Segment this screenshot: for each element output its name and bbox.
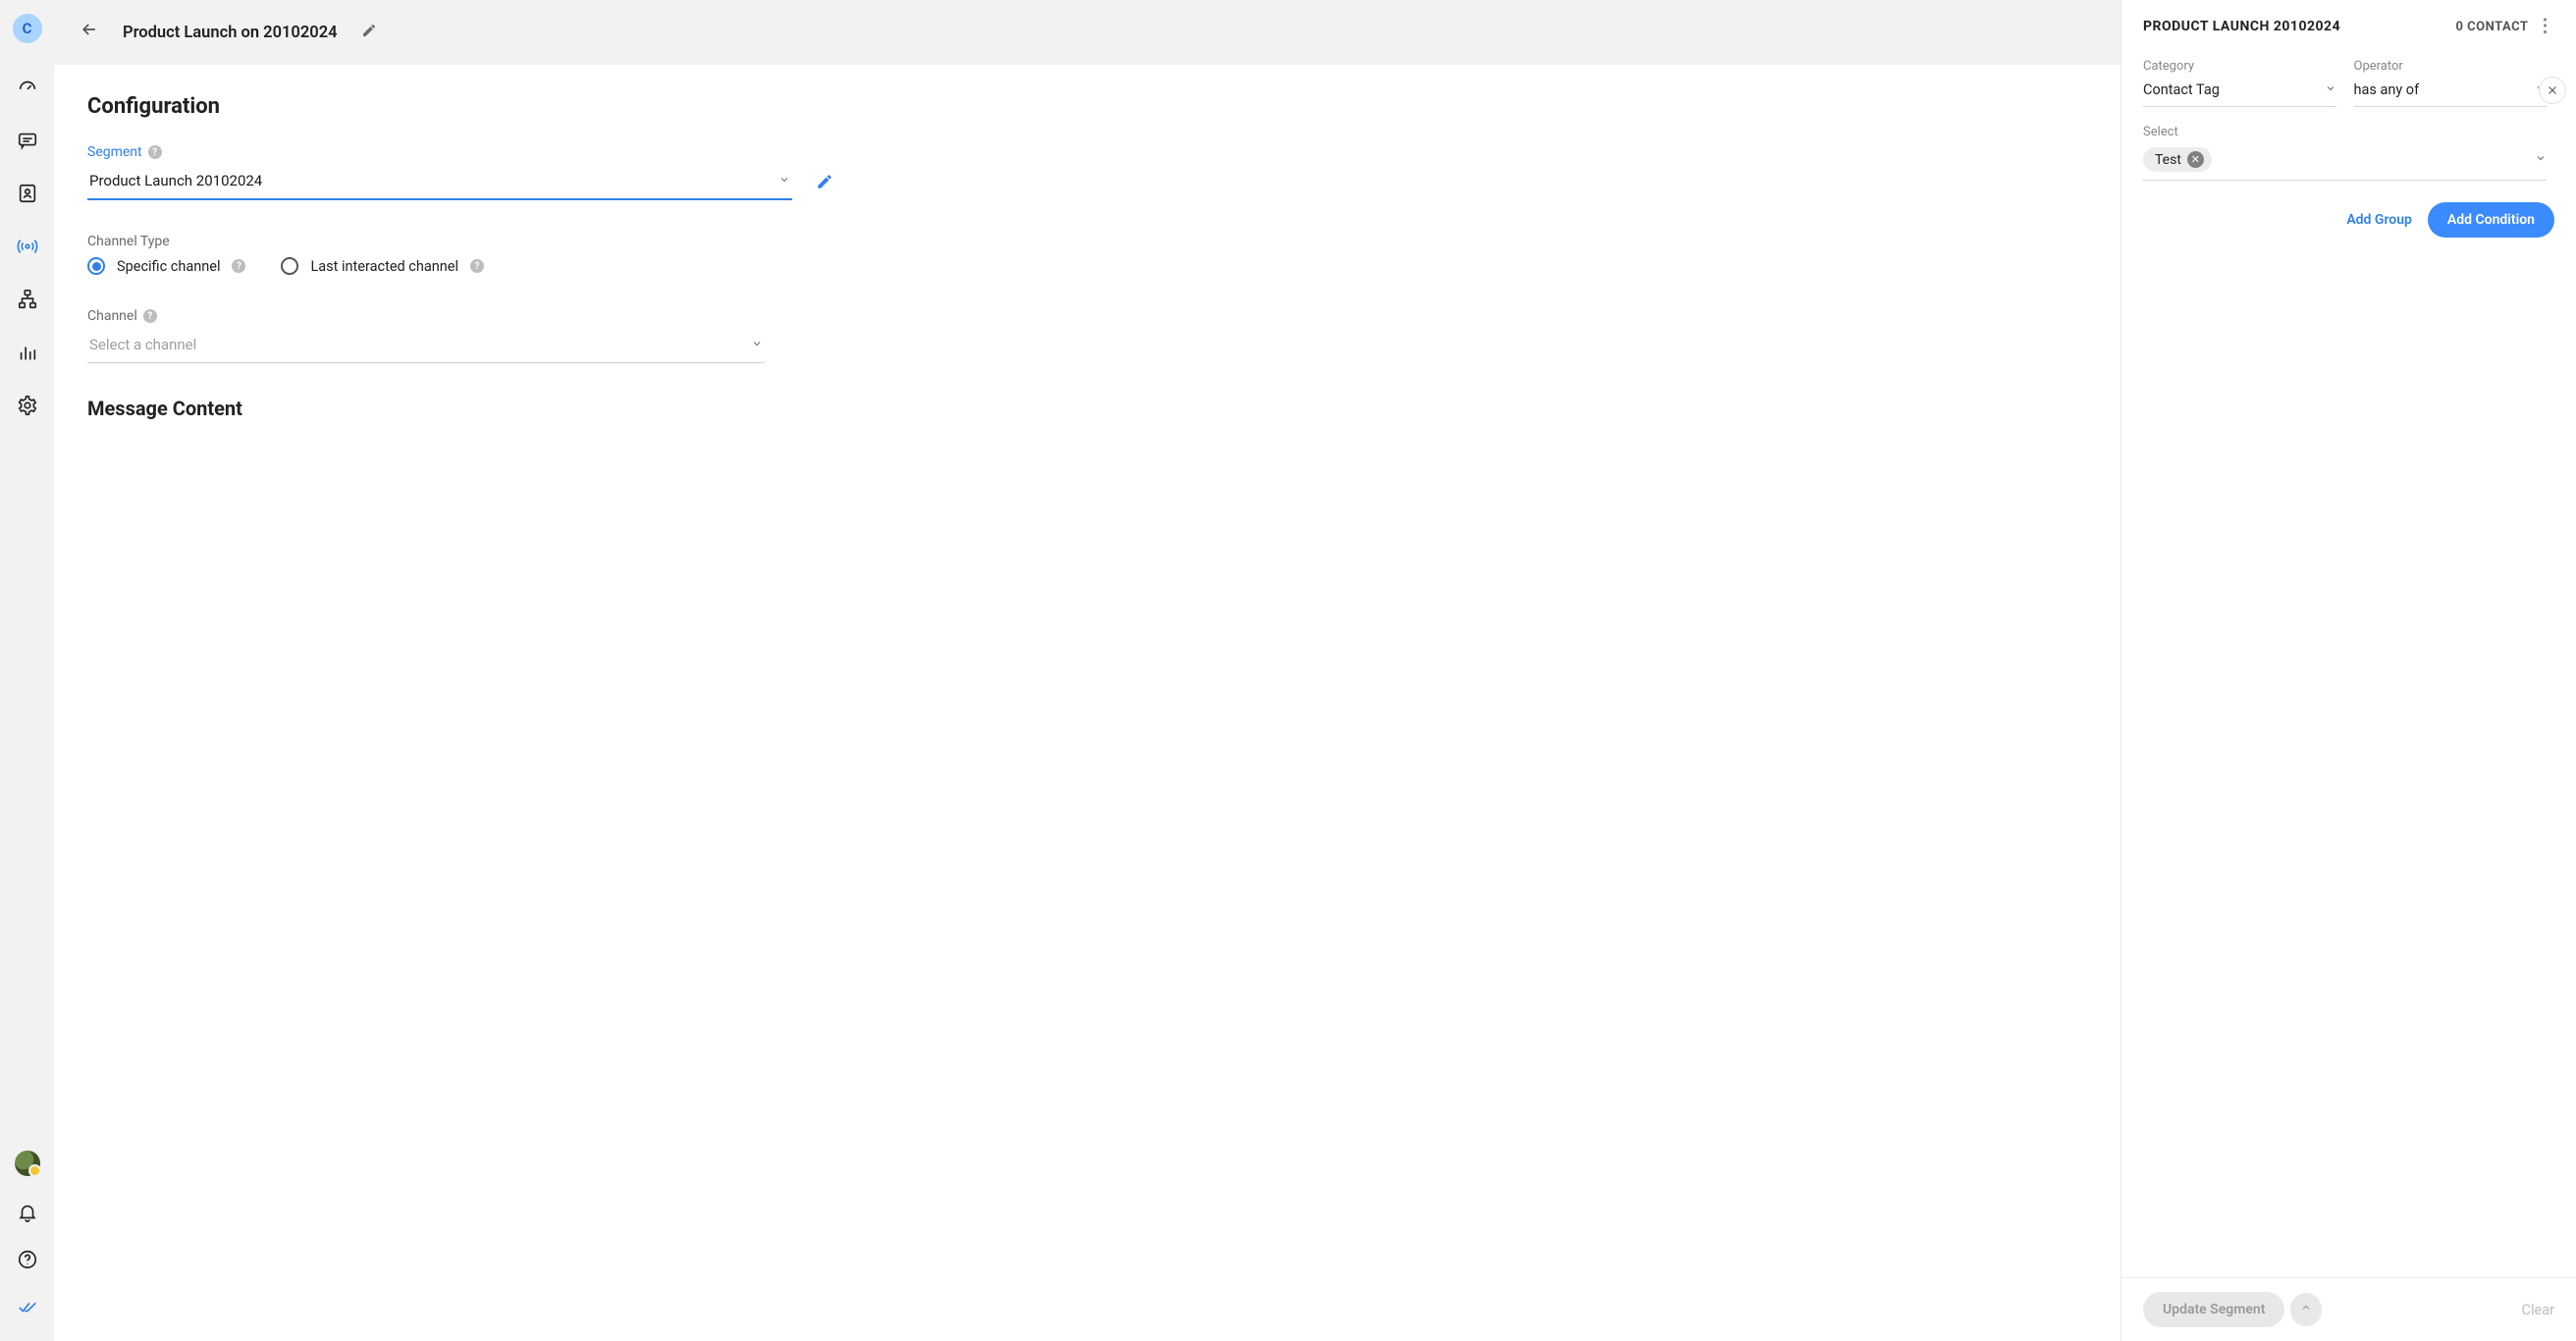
radio-unselected-icon	[281, 257, 298, 275]
analytics-icon[interactable]	[17, 342, 38, 363]
chevron-down-icon	[778, 172, 790, 189]
panel-title: PRODUCT LAUNCH 20102024	[2143, 19, 2340, 34]
chat-icon[interactable]	[17, 130, 38, 151]
channel-placeholder: Select a channel	[89, 336, 196, 353]
segment-select[interactable]: Product Launch 20102024	[87, 166, 792, 200]
operator-value: has any of	[2354, 81, 2420, 98]
add-group-button[interactable]: Add Group	[2346, 212, 2412, 228]
segment-panel: PRODUCT LAUNCH 20102024 0 CONTACT ⋮ Cate…	[2120, 0, 2576, 1341]
channel-type-label: Channel Type	[87, 234, 170, 249]
clear-button: Clear	[2522, 1302, 2554, 1318]
brand-badge[interactable]: C	[13, 14, 42, 43]
category-label: Category	[2143, 59, 2336, 74]
panel-more-icon[interactable]: ⋮	[2537, 18, 2555, 35]
select-label: Select	[2143, 125, 2547, 139]
operator-select[interactable]: has any of	[2354, 78, 2548, 107]
category-value: Contact Tag	[2143, 81, 2220, 98]
channel-help-icon[interactable]: ?	[143, 309, 157, 323]
sidebar: C	[0, 0, 54, 1341]
page-title: Product Launch on 20102024	[123, 24, 338, 42]
checkmarks-icon[interactable]	[17, 1296, 38, 1317]
chevron-down-icon	[751, 336, 763, 353]
back-arrow-icon[interactable]	[80, 20, 99, 45]
configuration-heading: Configuration	[87, 94, 2087, 119]
update-segment-more-button	[2290, 1293, 2322, 1326]
workflow-icon[interactable]	[17, 289, 38, 310]
notifications-icon[interactable]	[17, 1202, 38, 1223]
specific-help-icon[interactable]: ?	[232, 259, 245, 273]
main-area: Product Launch on 20102024 Configuration…	[54, 0, 2120, 1341]
tag-chip-text: Test	[2155, 152, 2181, 168]
edit-segment-icon[interactable]	[816, 173, 833, 194]
tag-chip: Test ✕	[2143, 147, 2212, 172]
contact-count-label: 0 CONTACT	[2455, 20, 2528, 34]
radio-last-interacted[interactable]: Last interacted channel ?	[281, 257, 484, 275]
tag-select[interactable]: Test ✕	[2143, 143, 2547, 181]
radio-selected-icon	[87, 257, 105, 275]
user-avatar[interactable]	[15, 1151, 40, 1176]
category-select[interactable]: Contact Tag	[2143, 78, 2336, 107]
close-panel-button[interactable]	[2539, 77, 2566, 104]
broadcast-icon[interactable]	[17, 236, 38, 257]
topbar: Product Launch on 20102024	[54, 0, 2120, 65]
channel-select[interactable]: Select a channel	[87, 330, 765, 363]
remove-tag-icon[interactable]: ✕	[2187, 151, 2204, 168]
contacts-icon[interactable]	[17, 183, 38, 204]
message-content-heading: Message Content	[87, 397, 2087, 420]
channel-label: Channel	[87, 308, 137, 324]
radio-last-label: Last interacted channel	[310, 258, 458, 275]
settings-icon[interactable]	[17, 395, 38, 416]
dashboard-icon[interactable]	[17, 77, 38, 98]
segment-select-value: Product Launch 20102024	[89, 172, 262, 189]
last-help-icon[interactable]: ?	[470, 259, 484, 273]
edit-title-icon[interactable]	[361, 23, 377, 42]
radio-specific-label: Specific channel	[117, 258, 220, 275]
radio-specific-channel[interactable]: Specific channel ?	[87, 257, 245, 275]
operator-label: Operator	[2354, 59, 2548, 74]
chevron-down-icon	[2325, 81, 2336, 98]
update-segment-button: Update Segment	[2143, 1292, 2284, 1327]
chevron-down-icon	[2535, 152, 2547, 168]
help-icon[interactable]	[17, 1249, 38, 1270]
add-condition-button[interactable]: Add Condition	[2428, 202, 2554, 238]
segment-help-icon[interactable]: ?	[148, 145, 162, 159]
segment-label[interactable]: Segment	[87, 144, 142, 160]
